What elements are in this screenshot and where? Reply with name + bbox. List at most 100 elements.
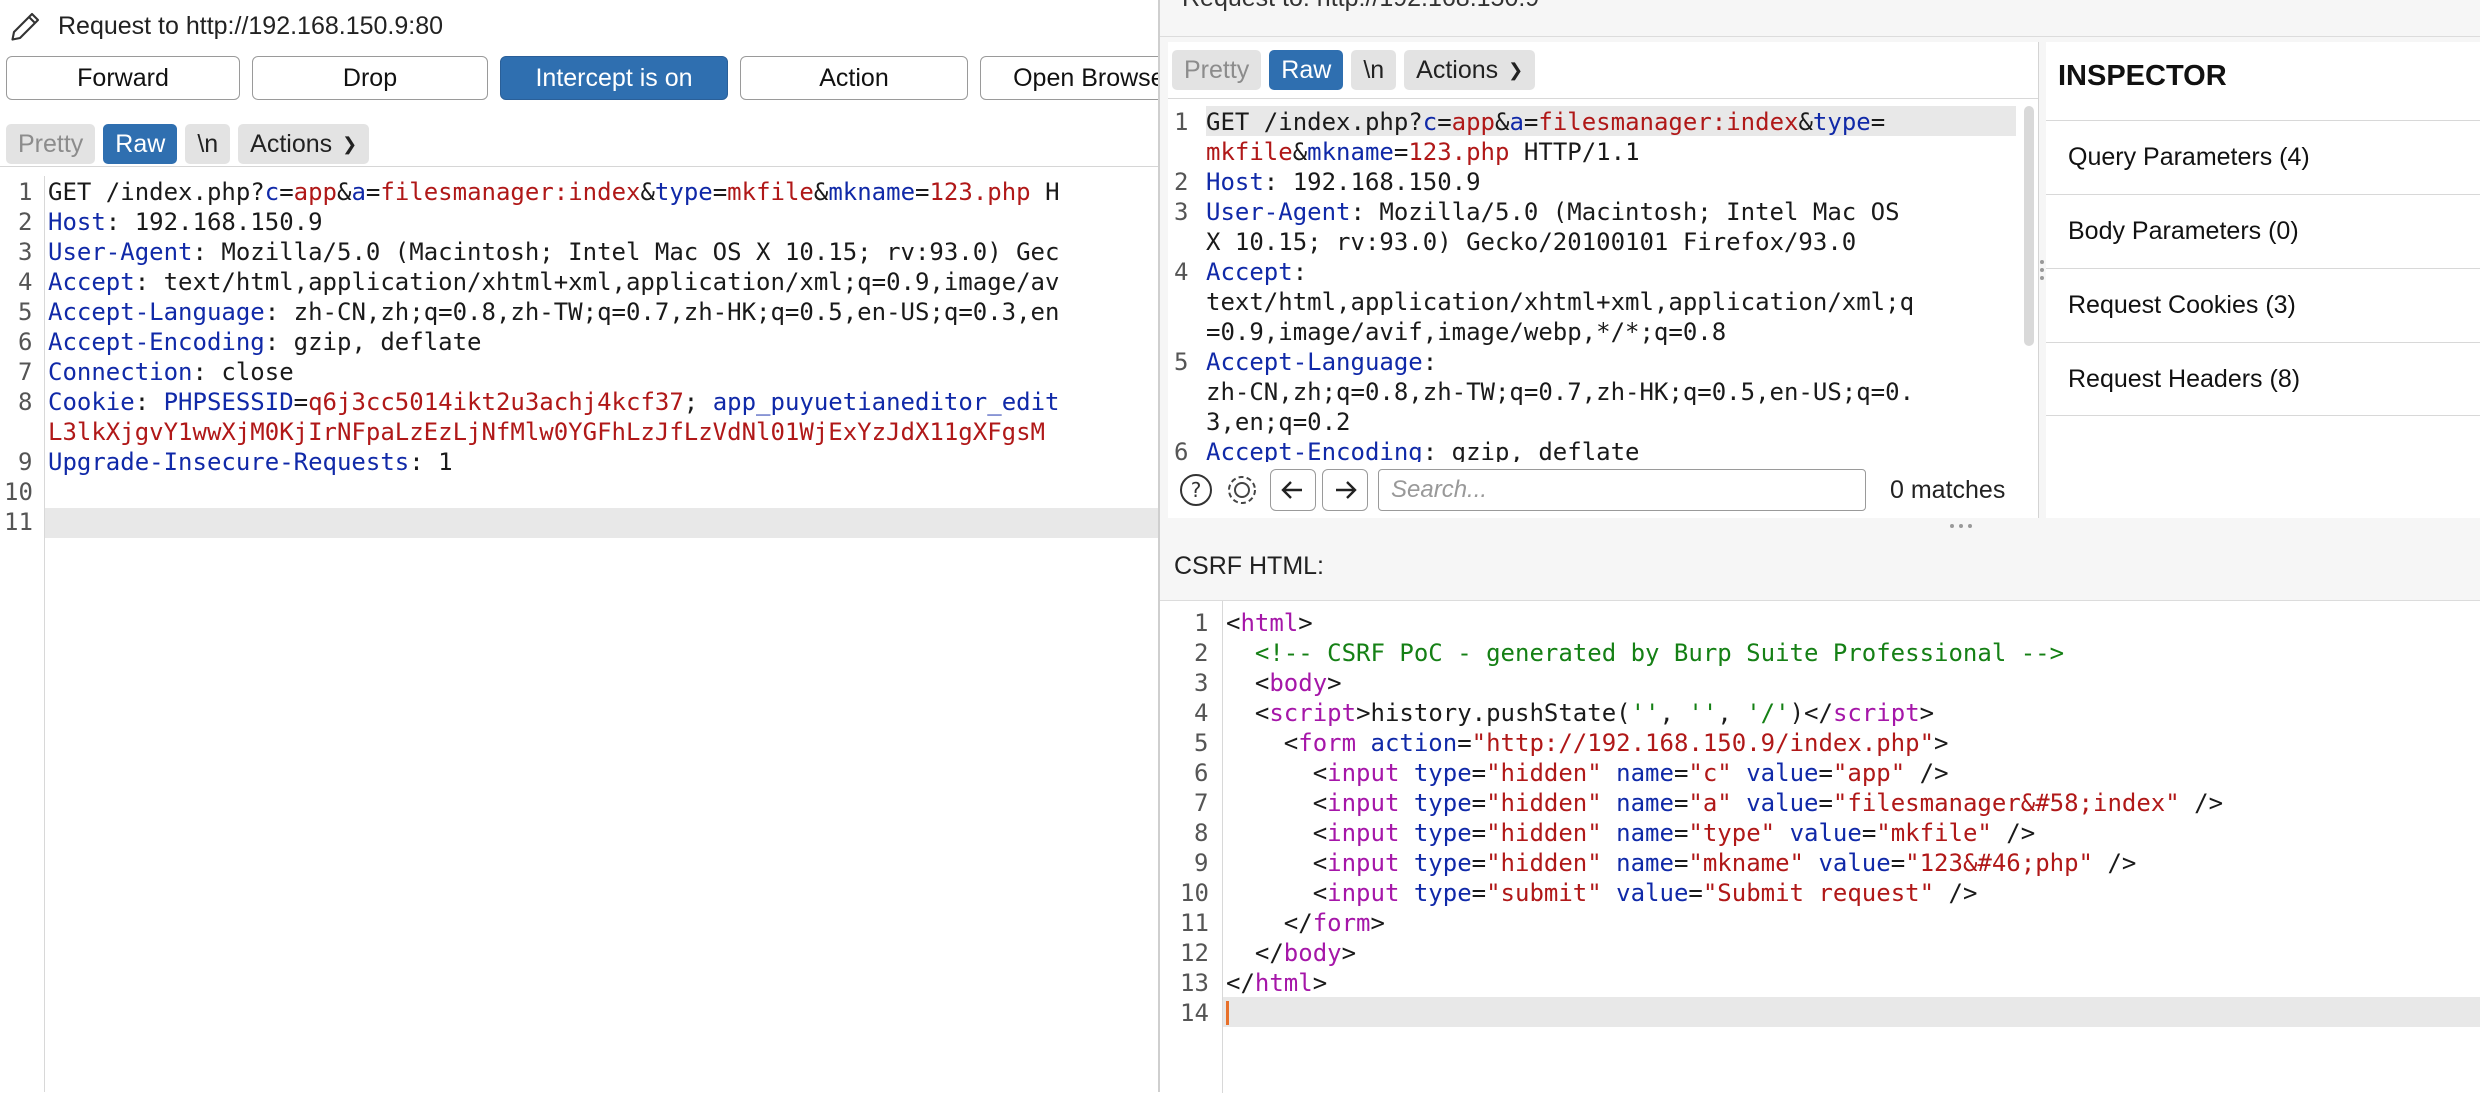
horizontal-split-handle[interactable] bbox=[1160, 518, 2480, 534]
inspector-request-cookies[interactable]: Request Cookies (3) bbox=[2046, 268, 2480, 342]
chevron-down-icon: ❯ bbox=[1508, 59, 1524, 80]
html-attr: value bbox=[1818, 849, 1891, 877]
code-line: <input type="hidden" name="a" value="fil… bbox=[1226, 789, 2224, 817]
html-attr-value: "Submit request" bbox=[1702, 879, 1935, 907]
code-token: HTTP/1.1 bbox=[1509, 138, 1640, 166]
open-browser-button[interactable]: Open Browser bbox=[980, 56, 1160, 100]
code-token: GET /index.php? bbox=[1206, 108, 1423, 136]
pencil-icon bbox=[11, 12, 40, 41]
code-line: </body> bbox=[1226, 939, 1357, 967]
header-value: : Mozilla/5.0 (Macintosh; Intel Mac OS bbox=[1350, 198, 1900, 226]
html-attr-value: "hidden" bbox=[1486, 849, 1602, 877]
line-number: 8 bbox=[18, 388, 33, 416]
tab-raw[interactable]: Raw bbox=[1269, 50, 1344, 90]
actions-dropdown[interactable]: Actions ❯ bbox=[238, 124, 370, 164]
tab-newline[interactable]: \n bbox=[1351, 50, 1397, 90]
code-line: <body> bbox=[1226, 669, 1342, 697]
html-attr: type bbox=[1413, 849, 1472, 877]
code-line: Upgrade-Insecure-Requests: 1 bbox=[48, 448, 453, 476]
next-match-button[interactable] bbox=[1322, 469, 1368, 511]
gear-icon bbox=[1228, 476, 1256, 504]
match-count: 0 matches bbox=[1890, 475, 2006, 504]
html-tag: input bbox=[1327, 789, 1400, 817]
html-tag: form bbox=[1298, 729, 1357, 757]
code-line: <script>history.pushState('', '', '/')</… bbox=[1226, 699, 1935, 727]
settings-button[interactable] bbox=[1220, 469, 1264, 511]
html-tag: input bbox=[1327, 759, 1400, 787]
search-input[interactable] bbox=[1378, 469, 1866, 511]
code-line: Accept: bbox=[1206, 258, 1307, 286]
code-token: mkname bbox=[828, 178, 916, 206]
code-token: app bbox=[1451, 108, 1496, 136]
csrf-html-editor[interactable]: 1 2 3 4 5 6 7 8 9 10 11 12 13 14 <html> … bbox=[1160, 600, 2480, 1093]
intercept-toggle-button[interactable]: Intercept is on bbox=[500, 56, 728, 100]
line-number: 5 bbox=[1194, 729, 1209, 757]
inspector-panel: INSPECTOR Query Parameters (4) Body Para… bbox=[2046, 42, 2480, 518]
vertical-split-handle[interactable] bbox=[2038, 250, 2046, 290]
html-attr: action bbox=[1370, 729, 1458, 757]
line-number: 9 bbox=[18, 448, 33, 476]
html-tag: input bbox=[1327, 849, 1400, 877]
line-number: 11 bbox=[1180, 909, 1209, 937]
line-number: 3 bbox=[1174, 198, 1189, 226]
inspector-query-parameters[interactable]: Query Parameters (4) bbox=[2046, 120, 2480, 194]
html-tag: html bbox=[1254, 969, 1313, 997]
html-attr: name bbox=[1616, 759, 1674, 787]
line-number: 3 bbox=[1194, 669, 1209, 697]
previous-match-button[interactable] bbox=[1270, 469, 1316, 511]
actions-dropdown[interactable]: Actions ❯ bbox=[1404, 50, 1536, 90]
line-number: 2 bbox=[1194, 639, 1209, 667]
code-token: a bbox=[351, 178, 366, 206]
html-attr: value bbox=[1746, 789, 1819, 817]
header-value: : close bbox=[192, 358, 294, 386]
cookie-name: PHPSESSID bbox=[163, 388, 294, 416]
header-name: User-Agent bbox=[1206, 198, 1351, 226]
inspector-body-parameters[interactable]: Body Parameters (0) bbox=[2046, 194, 2480, 268]
html-tag: script bbox=[1832, 699, 1920, 727]
header-value: : zh-CN,zh;q=0.8,zh-TW;q=0.7,zh-HK;q=0.5… bbox=[264, 298, 1060, 326]
code-line: <input type="hidden" name="mkname" value… bbox=[1226, 849, 2137, 877]
html-tag: body bbox=[1283, 939, 1342, 967]
line-number: 6 bbox=[1194, 759, 1209, 787]
line-number: 10 bbox=[1180, 879, 1209, 907]
html-tag: html bbox=[1240, 609, 1299, 637]
csrf-html-label: CSRF HTML: bbox=[1174, 552, 1324, 580]
code-line: Cookie: PHPSESSID=q6j3cc5014ikt2u3achj4k… bbox=[48, 388, 1060, 416]
tab-pretty[interactable]: Pretty bbox=[6, 124, 96, 164]
code-token: filesmanager:index bbox=[380, 178, 641, 206]
tab-newline[interactable]: \n bbox=[185, 124, 231, 164]
divider bbox=[0, 166, 1160, 167]
line-number: 3 bbox=[18, 238, 33, 266]
line-number: 1 bbox=[1174, 108, 1189, 136]
html-tag: form bbox=[1312, 909, 1371, 937]
html-tag: input bbox=[1327, 879, 1400, 907]
header-name: User-Agent bbox=[48, 238, 193, 266]
html-attr: type bbox=[1413, 789, 1472, 817]
current-line-highlight bbox=[44, 508, 1160, 538]
drop-button[interactable]: Drop bbox=[252, 56, 488, 100]
line-number: 9 bbox=[1194, 849, 1209, 877]
line-gutter: 1 2 3 4 5 6 7 8 9 10 11 bbox=[0, 176, 45, 1092]
left-intercept-panel: Request to http://192.168.150.9:80 Forwa… bbox=[0, 0, 1160, 1092]
html-tag: input bbox=[1327, 819, 1400, 847]
tab-pretty[interactable]: Pretty bbox=[1172, 50, 1262, 90]
vertical-scrollbar[interactable] bbox=[2024, 106, 2034, 346]
action-button[interactable]: Action bbox=[740, 56, 968, 100]
request-editor[interactable]: 1 2 3 4 5 6 GET /index.php?c=app&a=files… bbox=[1168, 104, 2028, 504]
help-button[interactable]: ? bbox=[1174, 469, 1218, 511]
line-number: 6 bbox=[18, 328, 33, 356]
header-name: Connection bbox=[48, 358, 193, 386]
chevron-down-icon: ❯ bbox=[342, 133, 358, 154]
header-value: : 192.168.150.9 bbox=[105, 208, 323, 236]
tab-raw[interactable]: Raw bbox=[103, 124, 178, 164]
code-token: filesmanager:index bbox=[1538, 108, 1799, 136]
left-request-editor[interactable]: 1 2 3 4 5 6 7 8 9 10 11 GET /index.php?c… bbox=[0, 176, 1160, 1092]
inspector-request-headers[interactable]: Request Headers (8) bbox=[2046, 342, 2480, 416]
html-attr-value: "app" bbox=[1832, 759, 1906, 787]
code-line: <form action="http://192.168.150.9/index… bbox=[1226, 729, 1949, 757]
forward-button[interactable]: Forward bbox=[6, 56, 240, 100]
code-line: Accept-Language: zh-CN,zh;q=0.8,zh-TW;q=… bbox=[48, 298, 1059, 326]
line-number: 2 bbox=[18, 208, 33, 236]
cookie-name: app_puyuetianeditor_edit bbox=[712, 388, 1060, 416]
window-title: Request to: http://192.168.150.9 bbox=[1182, 0, 1539, 13]
